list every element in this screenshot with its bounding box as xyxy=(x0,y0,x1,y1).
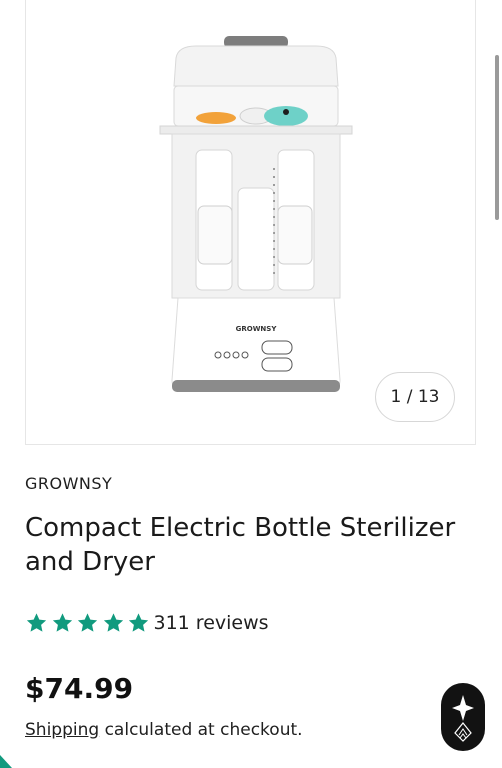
image-counter-label: 1 / 13 xyxy=(390,387,440,407)
star-icon xyxy=(52,613,72,632)
product-image-gallery[interactable]: GROWNSY 1 / 13 xyxy=(25,0,476,445)
star-icon xyxy=(26,613,47,632)
product-brand: GROWNSY xyxy=(25,474,113,493)
corner-accent xyxy=(0,755,12,768)
product-rating[interactable]: 311 reviews xyxy=(25,612,269,634)
image-counter: 1 / 13 xyxy=(375,372,455,422)
product-image[interactable]: GROWNSY xyxy=(156,28,356,408)
reviews-link[interactable]: 311 reviews xyxy=(154,612,269,634)
product-price: $74.99 xyxy=(25,672,134,705)
image-brand-label: GROWNSY xyxy=(236,325,278,333)
page-scrollbar[interactable] xyxy=(495,55,499,220)
star-icon xyxy=(128,613,149,632)
star-icon xyxy=(77,613,98,632)
shipping-note-text: calculated at checkout. xyxy=(99,720,303,740)
diamond-logo-icon xyxy=(452,695,474,742)
floating-action-button[interactable] xyxy=(441,683,485,751)
product-title: Compact Electric Bottle Sterilizer and D… xyxy=(25,513,456,577)
shipping-link[interactable]: Shipping xyxy=(25,720,99,740)
shipping-note: Shipping calculated at checkout. xyxy=(25,720,303,740)
star-icon xyxy=(103,613,123,632)
